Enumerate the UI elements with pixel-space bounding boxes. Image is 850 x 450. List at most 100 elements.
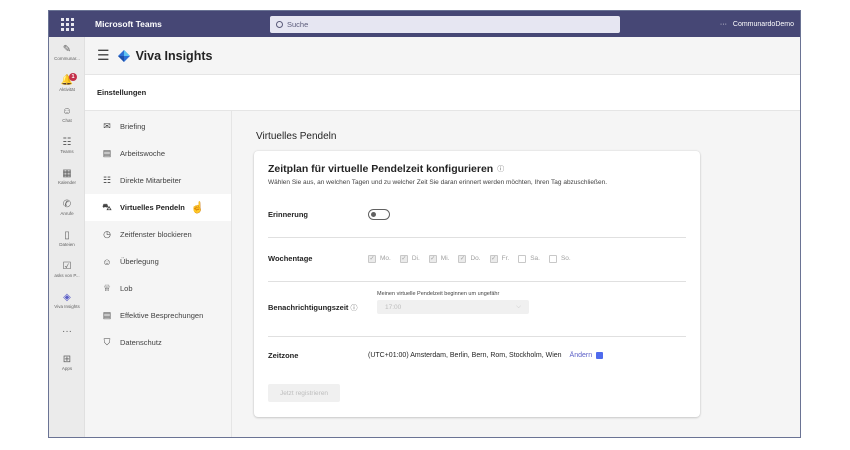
rail-item-label: Apps <box>61 366 73 371</box>
hand-cursor-icon: ☝ <box>190 202 205 214</box>
rail-item[interactable]: ✆ Anrufe <box>49 192 85 223</box>
timezone-change-link[interactable]: Ändern <box>570 352 593 359</box>
info-icon[interactable]: ⓘ <box>351 305 358 312</box>
nav-item-label: Briefing <box>120 122 146 131</box>
weekday-label: Mo. <box>380 255 391 262</box>
nav-item[interactable]: ⛉ Datenschutz <box>85 329 231 356</box>
rail-item[interactable]: ✎ Communar... <box>49 37 85 68</box>
timezone-row: Zeitzone (UTC+01:00) Amsterdam, Berlin, … <box>268 351 686 360</box>
rail-item[interactable]: ☷ Teams <box>49 130 85 161</box>
file-icon: ▯ <box>64 230 70 241</box>
settings-header: Einstellungen <box>85 75 800 111</box>
search-input[interactable]: Suche <box>270 15 620 33</box>
nav-item[interactable]: ▤ Arbeitswoche <box>85 140 231 167</box>
phone-icon: ✆ <box>62 199 72 210</box>
rail-item[interactable]: 🔔 1 Aktivität <box>49 68 85 99</box>
more-options-icon[interactable]: ··· <box>720 21 727 28</box>
weekday-label: Di. <box>411 255 420 262</box>
weekday-checkbox[interactable]: ✓ Di. <box>399 254 420 263</box>
tenant-name[interactable]: CommunardoDemo <box>733 21 794 28</box>
nav-item[interactable]: ⛍ Virtuelles Pendeln ☝ <box>85 194 231 221</box>
info-icon[interactable]: ⓘ <box>497 164 504 174</box>
checkbox-icon <box>548 254 557 263</box>
checkbox-icon: ✓ <box>428 254 437 263</box>
divider <box>268 237 686 238</box>
calendar-icon: ▤ <box>102 148 112 158</box>
settings-nav: ✉ Briefing ▤ Arbeitswoche ☷ Direkte Mitarbeit… <box>85 111 232 437</box>
main-content: Virtuelles Pendeln Zeitplan für virtuell… <box>232 111 800 437</box>
checkbox-icon: ✓ <box>489 254 498 263</box>
mail-icon: ✉ <box>103 121 111 131</box>
weekdays-row: Wochentage ✓ Mo. ✓ Di. ✓ Mi. ✓ Do. ✓ Fr. Sa. So. <box>268 254 686 263</box>
hamburger-menu-icon[interactable]: ☰ <box>97 47 110 64</box>
nav-item[interactable]: ♕ Lob <box>85 275 231 302</box>
weekday-checkboxes: ✓ Mo. ✓ Di. ✓ Mi. ✓ Do. ✓ Fr. Sa. So. <box>368 254 571 263</box>
divider <box>268 281 686 282</box>
app-launcher-icon[interactable] <box>49 11 85 37</box>
nav-item-label: Effektive Besprechungen <box>120 311 204 320</box>
nav-item[interactable]: ✉ Briefing <box>85 113 231 140</box>
calendar-icon: ▦ <box>62 168 72 179</box>
rail-item[interactable]: ··· <box>49 316 85 347</box>
checkbox-icon: ✓ <box>458 254 467 263</box>
chevron-down-icon: ⌵ <box>516 303 521 310</box>
edit-icon[interactable] <box>596 352 604 359</box>
rail-item-label: Kalender <box>57 180 76 185</box>
weekday-checkbox[interactable]: ✓ Fr. <box>489 254 509 263</box>
timezone-value: (UTC+01:00) Amsterdam, Berlin, Bern, Rom… <box>368 352 562 359</box>
nav-item[interactable]: ☺ Überlegung <box>85 248 231 275</box>
nav-item-label: Arbeitswoche <box>120 149 166 158</box>
checkbox-icon: ✓ <box>399 254 408 263</box>
search-icon <box>276 20 283 28</box>
rail-item-label: Anrufe <box>60 211 74 216</box>
rail-item-label: asks von P... <box>54 273 80 278</box>
rail-item[interactable]: ◈ Viva Insights <box>49 285 85 316</box>
apps-icon: ⊞ <box>62 354 72 365</box>
app-header: ☰ Viva Insights <box>85 37 800 75</box>
weekday-checkbox[interactable]: Sa. <box>518 254 540 263</box>
weekday-checkbox[interactable]: So. <box>548 254 571 263</box>
tasks-icon: ☑ <box>62 261 72 272</box>
rail-item[interactable]: ▯ Dateien <box>49 223 85 254</box>
notification-time-value: 17:00 <box>385 303 402 311</box>
search-placeholder: Suche <box>287 19 309 29</box>
teams-window: Microsoft Teams Suche ··· CommunardoDemo… <box>48 10 801 438</box>
rail-item-label: Communar... <box>54 56 80 61</box>
reminder-label: Erinnerung <box>268 210 309 219</box>
weekday-checkbox[interactable]: ✓ Mi. <box>428 254 450 263</box>
card-title: Zeitplan für virtuelle Pendelzeit konfig… <box>268 163 494 175</box>
nav-item[interactable]: ☷ Direkte Mitarbeiter <box>85 167 231 194</box>
rail-item[interactable]: ☺ Chat <box>49 99 85 130</box>
nav-item[interactable]: ◷ Zeitfenster blockieren <box>85 221 231 248</box>
nav-item-label: Direkte Mitarbeiter <box>120 176 182 185</box>
teams-icon: ☷ <box>62 137 72 148</box>
chat-icon: ☺ <box>61 106 73 117</box>
checkbox-icon: ✓ <box>368 254 376 263</box>
weekday-checkbox[interactable]: ✓ Mo. <box>368 254 391 263</box>
weekday-label: So. <box>560 255 571 262</box>
rail-item[interactable]: ☑ asks von P... <box>49 254 85 285</box>
people-icon: ☷ <box>102 175 112 185</box>
weekday-label: Sa. <box>530 255 540 262</box>
viva-insights-logo <box>117 49 130 62</box>
notification-badge: 1 <box>69 73 77 81</box>
weekday-label: Mi. <box>440 255 450 262</box>
card-subtitle: Wählen Sie aus, an welchen Tagen und zu … <box>268 179 608 186</box>
register-button[interactable]: Jetzt registrieren <box>268 384 341 402</box>
rail-item[interactable]: ⊞ Apps <box>49 347 85 378</box>
nav-item-label: Datenschutz <box>120 338 162 347</box>
reminder-row: Erinnerung <box>268 209 686 220</box>
timezone-label: Zeitzone <box>268 351 299 360</box>
org-icon: ✎ <box>62 44 72 55</box>
weekday-checkbox[interactable]: ✓ Do. <box>458 254 481 263</box>
app-title: Viva Insights <box>135 48 213 63</box>
meeting-icon: ▤ <box>102 310 112 320</box>
nav-item[interactable]: ▤ Effektive Besprechungen <box>85 302 231 329</box>
title-bar: Microsoft Teams Suche ··· CommunardoDemo <box>49 11 800 37</box>
rail-item[interactable]: ▦ Kalender <box>49 161 85 192</box>
settings-title: Einstellungen <box>97 88 147 97</box>
checkbox-icon <box>518 254 527 263</box>
nav-item-label: Virtuelles Pendeln <box>120 203 185 212</box>
notification-time-dropdown[interactable]: 17:00 ⌵ <box>377 300 529 314</box>
reminder-toggle[interactable] <box>368 209 390 220</box>
